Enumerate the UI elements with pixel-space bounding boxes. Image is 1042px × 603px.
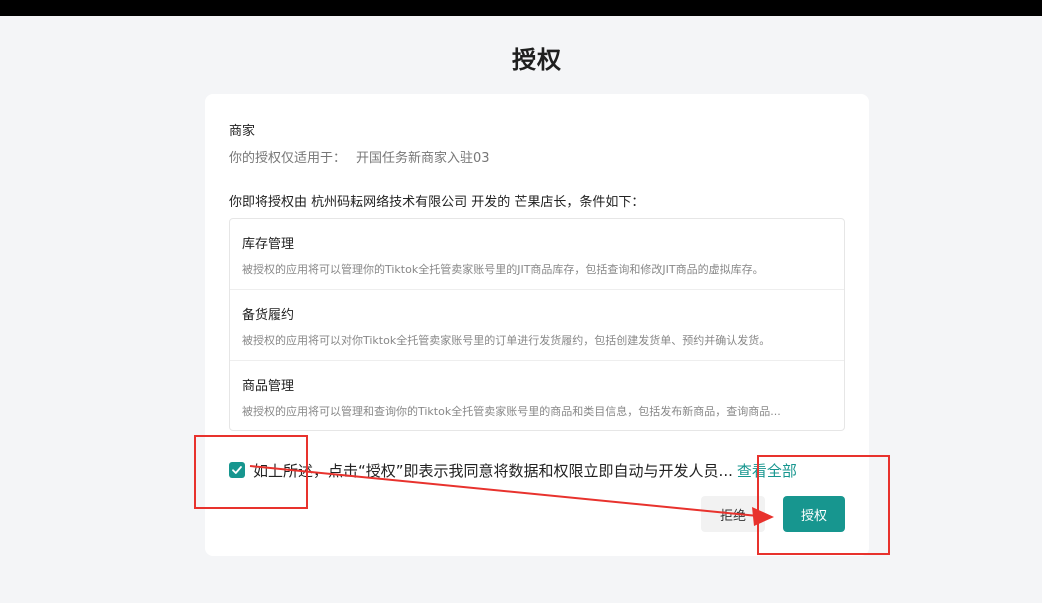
permission-item-products: 商品管理 被授权的应用将可以管理和查询你的Tiktok全托管卖家账号里的商品和类… — [230, 361, 844, 430]
agreement-text: 如上所述，点击“授权”即表示我同意将数据和权限立即自动与开发人员... — [253, 461, 733, 480]
scope-prefix: 你的授权仅适用于： — [229, 151, 347, 166]
permission-item-fulfillment: 备货履约 被授权的应用将可以对你Tiktok全托管卖家账号里的订单进行发货履约，… — [230, 290, 844, 361]
permission-list: 库存管理 被授权的应用将可以管理你的Tiktok全托管卖家账号里的JIT商品库存… — [229, 218, 845, 431]
authorization-intro: 你即将授权由 杭州码耘网络技术有限公司 开发的 芒果店长，条件如下： — [229, 195, 645, 210]
permission-name: 备货履约 — [242, 308, 295, 323]
permission-name: 库存管理 — [242, 237, 295, 252]
permission-desc: 被授权的应用将可以对你Tiktok全托管卖家账号里的订单进行发货履约，包括创建发… — [242, 334, 771, 347]
page-title: 授权 — [512, 46, 562, 74]
scope-value: 开国任务新商家入驻03 — [356, 151, 490, 166]
agreement-row: 如上所述，点击“授权”即表示我同意将数据和权限立即自动与开发人员... 查看全部 — [229, 460, 849, 480]
annotation-box-authorize — [757, 455, 890, 555]
permission-desc: 被授权的应用将可以管理你的Tiktok全托管卖家账号里的JIT商品库存，包括查询… — [242, 263, 764, 276]
annotation-box-checkbox — [194, 435, 308, 509]
permission-desc: 被授权的应用将可以管理和查询你的Tiktok全托管卖家账号里的商品和类目信息，包… — [242, 405, 781, 418]
reject-button[interactable]: 拒绝 — [701, 496, 765, 532]
top-bar — [0, 0, 1042, 16]
merchant-label: 商家 — [229, 124, 256, 139]
permission-name: 商品管理 — [242, 379, 295, 394]
permission-item-inventory: 库存管理 被授权的应用将可以管理你的Tiktok全托管卖家账号里的JIT商品库存… — [230, 219, 844, 290]
scope-line: 你的授权仅适用于： 开国任务新商家入驻03 — [229, 147, 490, 166]
